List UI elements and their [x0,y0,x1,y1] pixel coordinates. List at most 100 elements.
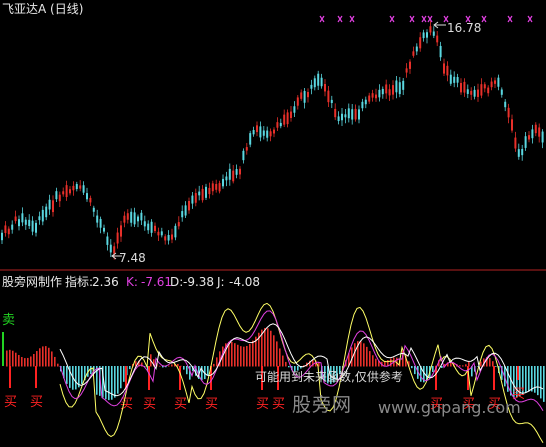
histogram-bar [207,366,209,376]
sell-signal-tag: 卖 [2,313,16,328]
histogram-bar [24,358,26,367]
candle-body [514,137,517,149]
watermark-brand: 股旁网 [292,394,353,416]
candle-body [99,218,102,228]
candle-body [524,136,527,148]
histogram-bar [237,344,239,367]
candle-body [45,206,48,218]
histogram-bar [171,364,173,367]
histogram-bar [288,366,290,368]
candle-body [371,93,374,98]
candle-body [164,236,167,241]
histogram-bar [51,351,53,367]
candle-body [368,95,371,102]
candle-body [436,35,439,43]
candle-body [453,76,456,83]
signal-x-marker [527,15,533,23]
histogram-bar [159,365,161,367]
candle-body [307,91,309,98]
histogram-bar [489,358,491,367]
histogram-bar [252,340,254,367]
candle-body [341,113,343,121]
candle-body [154,225,156,232]
buy-marker-glyph: 买 [174,397,187,412]
candle-body [96,215,99,223]
signal-x-marker [409,15,415,23]
candle-body [409,61,411,69]
candle-body [317,73,320,86]
candle-body [157,231,160,236]
histogram-bar [264,327,266,367]
j-label: J: [217,275,225,289]
candle-body [310,84,313,89]
histogram-bar [231,341,233,367]
candle-body [1,232,3,241]
histogram-bar [120,366,122,389]
high-arrow [433,21,446,29]
candle-body [439,45,442,58]
candle-body [528,135,530,140]
candle-body [160,231,163,236]
candle-body [511,119,513,131]
candle-body [218,183,221,192]
candle-body [419,37,422,49]
candle-body [470,90,473,95]
candle-body [392,85,394,95]
candle-body [222,178,224,187]
candle-body [211,183,214,192]
histogram-bar [54,356,56,367]
candle-body [354,108,357,120]
histogram-bar [282,355,284,367]
histogram-bar [129,366,131,370]
candle-body [487,87,490,94]
histogram-bar [33,354,35,367]
candle-body [235,169,238,175]
d-value: -9.38 [183,275,215,289]
candle-body [477,89,479,97]
candle-body [7,228,10,235]
signal-x-marker [349,15,355,23]
candle-body [426,32,428,38]
histogram-bar [495,366,497,367]
candle-body [143,221,146,227]
candle-body [483,84,486,89]
candle-body [35,222,37,233]
candle-body [140,212,143,221]
candle-body [538,127,541,137]
histogram-bar [525,366,527,393]
histogram-bar [285,361,287,367]
candle-body [398,82,401,95]
candle-body [48,199,51,210]
candle-body [463,81,466,93]
histogram-bar [66,366,68,384]
d-line [59,323,544,397]
candle-body [279,122,282,127]
candle-body [21,213,24,223]
candle-body [28,219,31,227]
histogram-bar [372,355,374,367]
candle-body [147,223,150,231]
histogram-bar [42,346,44,367]
candle-body [534,124,537,134]
signal-x-marker [421,15,427,23]
histogram-bar [273,335,275,367]
candle-body [69,189,71,194]
candle-body [497,77,500,87]
histogram-bar [369,351,371,367]
histogram-bar [531,366,533,392]
histogram-bar [537,366,539,396]
histogram-bar [18,355,20,367]
candle-body [201,188,204,201]
candle-body [58,194,61,202]
candle-body [324,84,326,92]
k-label: K: [126,275,138,289]
candle-body [334,108,337,118]
candle-body [113,246,116,254]
candle-body [18,219,20,227]
candle-body [402,80,405,90]
candle-body [181,211,184,218]
chart-title: 飞亚达A (日线) [2,2,84,16]
histogram-bar [459,365,461,367]
candle-body [194,193,197,203]
candle-body [174,225,177,238]
